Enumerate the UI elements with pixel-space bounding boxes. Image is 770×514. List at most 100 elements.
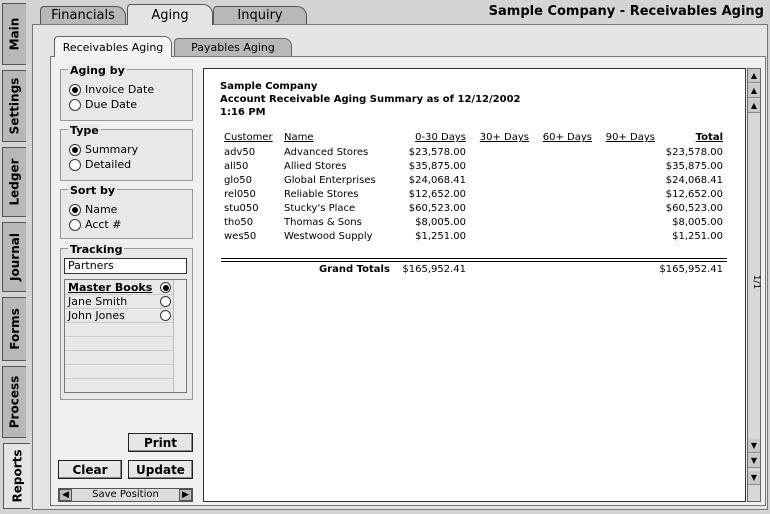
type-summary-radio[interactable]: Summary bbox=[69, 143, 138, 156]
scroll-page-up-icon[interactable]: ▲ bbox=[748, 84, 760, 98]
table-cell: rel050 bbox=[224, 189, 256, 200]
table-cell: $8,005.00 bbox=[415, 217, 466, 228]
table-cell: all50 bbox=[224, 161, 249, 172]
list-item[interactable]: Jane Smith bbox=[65, 295, 173, 309]
table-cell: Westwood Supply bbox=[284, 231, 373, 242]
list-item bbox=[65, 337, 173, 351]
list-item[interactable]: Master Books bbox=[65, 281, 173, 295]
side-tab-settings[interactable]: Settings bbox=[2, 70, 26, 142]
aging-by-group: Aging by Invoice Date Due Date bbox=[60, 64, 193, 121]
table-cell: $12,652.00 bbox=[408, 189, 466, 200]
side-tab-ledger[interactable]: Ledger bbox=[2, 147, 26, 217]
aging-invoice-date-radio[interactable]: Invoice Date bbox=[69, 83, 154, 96]
col-header-30: 30+ Days bbox=[479, 132, 529, 143]
radio-icon bbox=[69, 83, 81, 96]
table-cell: tho50 bbox=[224, 217, 254, 228]
grand-total-0-30: $165,952.41 bbox=[402, 264, 466, 275]
tab-inquiry[interactable]: Inquiry bbox=[213, 6, 307, 24]
list-item bbox=[65, 351, 173, 365]
table-cell: $23,578.00 bbox=[665, 147, 723, 158]
side-tab-label: Forms bbox=[7, 308, 22, 350]
side-tab-label: Reports bbox=[10, 449, 25, 503]
update-button[interactable]: Update bbox=[128, 460, 193, 479]
list-item bbox=[65, 323, 173, 337]
tab-label: Inquiry bbox=[237, 8, 283, 23]
radio-icon bbox=[160, 310, 171, 321]
table-cell: $1,251.00 bbox=[672, 231, 723, 242]
radio-icon bbox=[69, 218, 81, 231]
tab-label: Payables Aging bbox=[191, 41, 275, 54]
side-tab-forms[interactable]: Forms bbox=[2, 297, 26, 361]
table-cell: $23,578.00 bbox=[408, 147, 466, 158]
radio-icon bbox=[69, 143, 81, 156]
table-cell: Advanced Stores bbox=[284, 147, 369, 158]
aging-due-date-radio[interactable]: Due Date bbox=[69, 98, 137, 111]
sort-acct-radio[interactable]: Acct # bbox=[69, 218, 121, 231]
side-tab-journal[interactable]: Journal bbox=[2, 222, 26, 292]
col-header-0-30: 0-30 Days bbox=[415, 132, 466, 143]
table-cell: $35,875.00 bbox=[408, 161, 466, 172]
scroll-bottom-icon[interactable]: ▼ bbox=[748, 471, 760, 485]
tab-payables-aging[interactable]: Payables Aging bbox=[174, 38, 292, 56]
tab-label: Aging bbox=[151, 7, 189, 23]
type-group: Type Summary Detailed bbox=[60, 124, 193, 181]
print-button[interactable]: Print bbox=[128, 433, 193, 452]
type-detailed-radio[interactable]: Detailed bbox=[69, 158, 131, 171]
list-item[interactable]: John Jones bbox=[65, 309, 173, 323]
radio-label: Detailed bbox=[85, 158, 132, 171]
group-title: Tracking bbox=[68, 243, 125, 256]
group-title: Type bbox=[68, 124, 101, 137]
side-tab-label: Journal bbox=[7, 233, 22, 281]
divider bbox=[221, 258, 727, 259]
table-cell: $60,523.00 bbox=[408, 203, 466, 214]
table-cell: $1,251.00 bbox=[415, 231, 466, 242]
tracking-scrollbar[interactable] bbox=[173, 280, 186, 392]
col-header-customer: Customer bbox=[224, 132, 273, 143]
table-cell: Thomas & Sons bbox=[284, 217, 362, 228]
sort-name-radio[interactable]: Name bbox=[69, 203, 117, 216]
arrow-right-icon[interactable]: ▶ bbox=[179, 489, 192, 501]
table-cell: $8,005.00 bbox=[672, 217, 723, 228]
window-title: Sample Company - Receivables Aging bbox=[488, 4, 764, 19]
table-cell: $24,068.41 bbox=[408, 175, 466, 186]
side-tab-label: Settings bbox=[7, 77, 22, 135]
divider bbox=[221, 261, 727, 262]
list-item-label: Jane Smith bbox=[68, 295, 128, 308]
tab-financials[interactable]: Financials bbox=[40, 6, 126, 24]
report-scrollbar[interactable]: ▲ ▲ ▲ 1/1 ▼ ▼ ▼ bbox=[747, 68, 761, 502]
side-tab-process[interactable]: Process bbox=[2, 366, 26, 438]
table-cell: $35,875.00 bbox=[665, 161, 723, 172]
table-cell: Allied Stores bbox=[284, 161, 347, 172]
scroll-up-icon[interactable]: ▲ bbox=[748, 99, 760, 113]
scroll-down-icon[interactable]: ▼ bbox=[748, 439, 760, 453]
col-header-name: Name bbox=[284, 132, 314, 143]
table-cell: Stucky's Place bbox=[284, 203, 356, 214]
side-tab-main[interactable]: Main bbox=[2, 3, 26, 65]
tab-receivables-aging[interactable]: Receivables Aging bbox=[54, 36, 172, 57]
save-position-control: ◀ Save Position ▶ bbox=[58, 488, 193, 502]
clear-button[interactable]: Clear bbox=[58, 460, 122, 479]
grand-totals-label: Grand Totals bbox=[319, 264, 390, 275]
table-cell: stu050 bbox=[224, 203, 259, 214]
table-cell: adv50 bbox=[224, 147, 256, 158]
table-cell: $24,068.41 bbox=[665, 175, 723, 186]
list-item-label: John Jones bbox=[68, 309, 125, 322]
tracking-list: Master Books Jane Smith John Jones bbox=[64, 279, 187, 393]
list-item bbox=[65, 365, 173, 379]
radio-label: Name bbox=[85, 203, 118, 216]
tracking-field[interactable]: Partners bbox=[64, 258, 187, 274]
radio-label: Invoice Date bbox=[85, 83, 155, 96]
scroll-top-icon[interactable]: ▲ bbox=[748, 69, 760, 83]
side-tab-bar: Main Settings Ledger Journal Forms Proce… bbox=[0, 0, 32, 514]
save-position-button[interactable]: Save Position bbox=[73, 489, 178, 501]
arrow-left-icon[interactable]: ◀ bbox=[59, 489, 72, 501]
tab-aging[interactable]: Aging bbox=[127, 4, 213, 25]
side-tab-label: Ledger bbox=[7, 158, 22, 206]
radio-label: Summary bbox=[85, 143, 139, 156]
radio-label: Due Date bbox=[85, 98, 137, 111]
radio-icon bbox=[69, 98, 81, 111]
side-tab-reports[interactable]: Reports bbox=[3, 443, 30, 509]
report-view: Sample Company Account Receivable Aging … bbox=[203, 68, 746, 502]
scroll-page-down-icon[interactable]: ▼ bbox=[748, 454, 760, 468]
sort-by-group: Sort by Name Acct # bbox=[60, 184, 193, 239]
